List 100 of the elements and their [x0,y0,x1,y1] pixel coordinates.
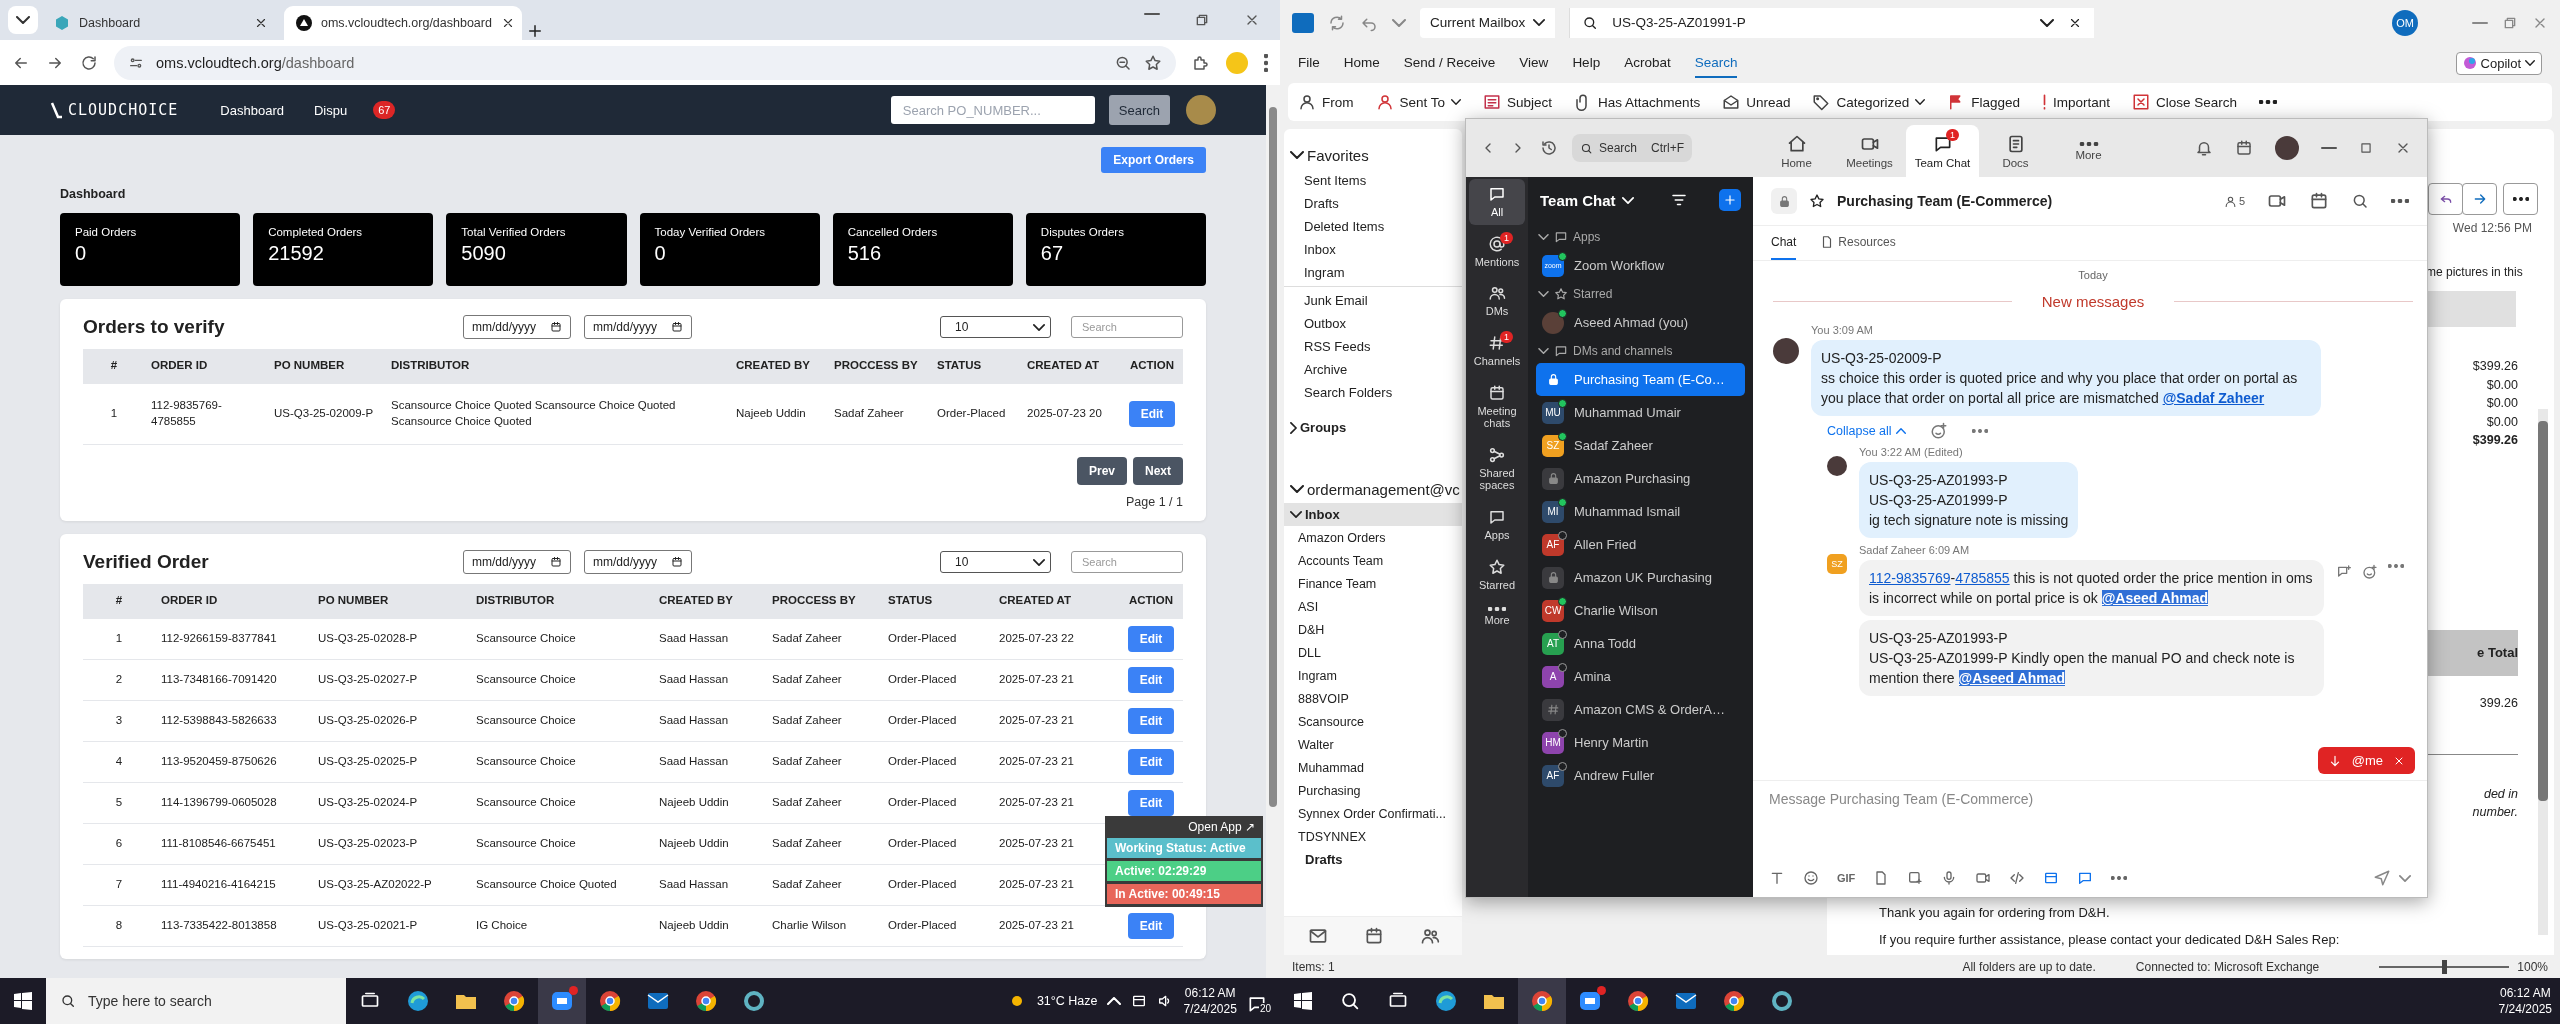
edit-button[interactable]: Edit [1127,790,1175,816]
account-avatar[interactable]: OM [2392,9,2418,36]
chat-app-icon[interactable] [1578,989,1602,1013]
people-icon[interactable] [1420,926,1440,946]
rail-item[interactable]: Meeting chats [1469,377,1525,436]
folder-item[interactable]: Outbox [1284,312,1462,335]
ribbon-button[interactable]: Unread [1722,93,1791,111]
chat-app-icon[interactable] [550,989,574,1013]
folder-group-header[interactable]: Favorites [1284,141,1462,169]
jump-to-mention-button[interactable]: @me [2317,747,2415,774]
browser-icon[interactable] [502,989,526,1013]
folder-item[interactable]: Finance Team [1284,572,1462,595]
slider-thumb[interactable] [2442,959,2448,974]
chat-list-item[interactable]: Amazon CMS & OrderA… [1536,693,1745,726]
folder-item[interactable]: Junk Email [1284,289,1462,312]
active-taskbar-button[interactable] [1518,978,1566,1024]
edit-button[interactable]: Edit [1128,401,1176,427]
reload-icon[interactable] [80,53,98,72]
sidebar-title[interactable]: Team Chat [1540,191,1616,209]
text-format-icon[interactable] [1769,870,1785,886]
edit-button[interactable]: Edit [1127,626,1175,652]
taskbar-search-field[interactable]: Type here to search [46,978,346,1024]
mailbox-header[interactable]: ordermanagement@vc [1284,475,1462,503]
sync-icon[interactable] [1328,13,1346,32]
folder-item[interactable]: Scansource [1284,710,1462,733]
folder-item[interactable]: TDSYNNEX [1284,825,1462,848]
active-taskbar-button[interactable] [538,978,586,1024]
send-icon[interactable] [2373,869,2391,887]
minimize-icon[interactable] [2472,20,2488,25]
folder-item[interactable]: Inbox [1284,238,1462,261]
menu-tab[interactable]: File [1298,48,1320,78]
browser-icon[interactable] [1626,989,1650,1013]
scrollbar-thumb[interactable] [2538,421,2548,801]
folder-item[interactable]: ASI [1284,595,1462,618]
browser-tab[interactable]: Dashboard [42,6,280,40]
browser-icon[interactable] [1530,989,1554,1013]
rail-item[interactable]: More [1469,601,1525,634]
edit-button[interactable]: Edit [1127,913,1175,939]
rail-item[interactable]: Channels 1 [1469,327,1525,374]
ribbon-button[interactable]: From [1298,93,1354,111]
search-field[interactable]: Search PO_NUMBER... [890,96,1095,124]
maximize-icon[interactable] [2359,141,2373,155]
ribbon-button[interactable]: Flagged [1947,93,2020,111]
reply-icon[interactable] [2336,564,2352,580]
chat-list-item[interactable]: AF Andrew Fuller [1536,759,1745,792]
edit-button[interactable]: Edit [1127,708,1175,734]
channel-tab[interactable]: Resources [1820,226,1896,260]
more-icon[interactable] [2391,199,2409,203]
next-button[interactable]: Next [1133,457,1183,485]
chat-list-item[interactable]: Amazon UK Purchasing [1536,561,1745,594]
section-header[interactable]: Starred [1536,282,1745,306]
folder-item[interactable]: Walter [1284,733,1462,756]
folder-item[interactable]: Muhammad [1284,756,1462,779]
scrollbar-thumb[interactable] [1269,107,1277,807]
folder-item[interactable]: 888VOIP [1284,687,1462,710]
copilot-button[interactable]: Copilot [2455,51,2542,75]
nav-link[interactable]: Dashboard [220,102,284,118]
browser-icon[interactable] [406,989,430,1013]
screenshot-icon[interactable] [1907,870,1924,886]
emoji-icon[interactable] [1803,870,1819,886]
folder-item[interactable]: Ingram [1284,664,1462,687]
rail-item[interactable]: Apps [1469,502,1525,548]
folder-item[interactable]: Purchasing [1284,779,1462,802]
menu-tab[interactable]: Search [1694,48,1738,78]
history-icon[interactable] [1540,139,1558,157]
more-icon[interactable] [2259,100,2278,104]
weather-text[interactable]: 31°C Haze [1036,994,1098,1008]
menu-tab[interactable]: View [1519,48,1549,78]
folder-item[interactable]: Inbox [1284,503,1462,526]
date-field[interactable]: mm/dd/yyyy [584,550,693,574]
chevron-up-icon[interactable] [1107,997,1122,1005]
chat-list-item[interactable]: Amazon Purchasing [1536,462,1745,495]
mention-link[interactable]: @Sadaf Zaheer [2162,390,2265,406]
rail-item[interactable]: Mentions 1 [1469,228,1525,275]
app-icon[interactable] [2043,870,2060,886]
mention-link[interactable]: @Aseed Ahmad [2101,590,2209,606]
channel-tab[interactable]: Chat [1771,226,1797,260]
folder-item[interactable]: Drafts [1284,192,1462,215]
star-icon[interactable] [1809,193,1825,209]
browser-icon[interactable] [1434,989,1458,1013]
start-icon[interactable] [14,992,32,1010]
folder-item[interactable]: Search Folders [1284,381,1462,404]
ribbon-button[interactable]: Close Search [2132,93,2238,111]
page-size-select[interactable]: 10 [940,316,1051,338]
bell-icon[interactable] [2195,139,2213,157]
chat-list-item[interactable]: A Amina [1536,660,1745,693]
minimize-icon[interactable] [1144,12,1160,16]
folder-item[interactable]: Accounts Team [1284,549,1462,572]
search-icon[interactable] [2351,192,2369,210]
code-icon[interactable] [2009,870,2026,886]
folder-item[interactable]: Archive [1284,358,1462,381]
notification-center-button[interactable]: 20 [1246,988,1272,1014]
browser-icon[interactable] [694,989,718,1013]
open-app-link[interactable]: Open App ↗ [1107,819,1261,835]
new-tab-icon[interactable] [526,22,544,40]
forward-button[interactable] [2462,183,2497,215]
search-scope-dropdown[interactable]: Current Mailbox [1420,7,1556,38]
extensions-icon[interactable] [1192,53,1210,72]
prev-button[interactable]: Prev [1076,457,1127,485]
folder-item[interactable]: Ingram [1284,261,1462,284]
